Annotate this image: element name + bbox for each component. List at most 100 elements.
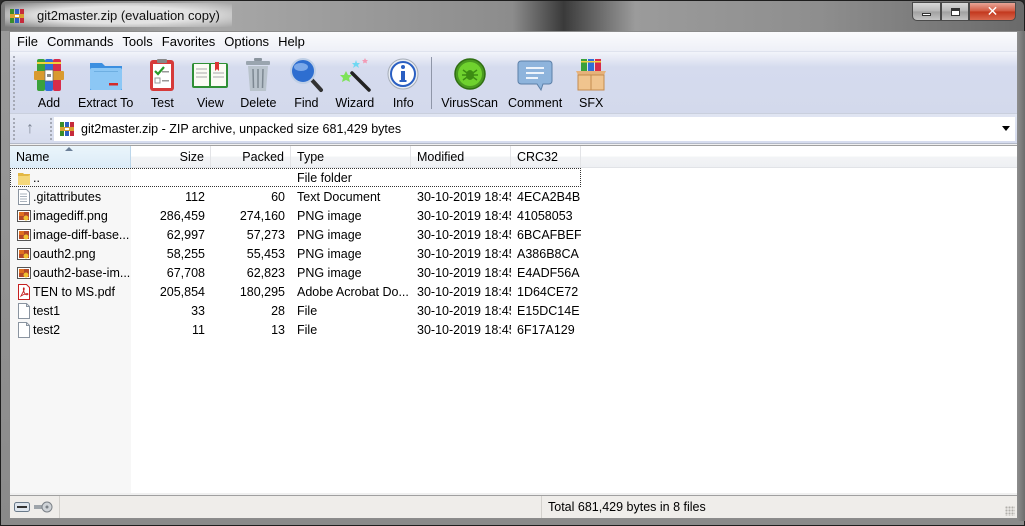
file-name-cell: oauth2.png xyxy=(10,246,131,262)
column-header-name[interactable]: Name xyxy=(10,146,131,168)
text-file-icon xyxy=(17,188,31,205)
minimize-button[interactable] xyxy=(912,2,941,21)
menu-bar: File Commands Tools Favorites Options He… xyxy=(10,32,1017,52)
file-row[interactable]: image-diff-base... 62,997 57,273 PNG ima… xyxy=(10,225,1017,244)
file-row[interactable]: .. File folder xyxy=(10,168,581,187)
file-icon xyxy=(17,321,31,338)
file-name: imagediff.png xyxy=(33,208,108,223)
key-icon[interactable] xyxy=(33,501,53,513)
pdf-file-icon xyxy=(17,283,31,300)
sfx-box-icon xyxy=(576,59,607,91)
file-modified: 30-10-2019 18:45 xyxy=(417,189,511,204)
arrow-up-icon: ↑ xyxy=(26,119,34,137)
file-size: 286,459 xyxy=(159,208,205,223)
column-header-modified[interactable]: Modified xyxy=(411,146,511,168)
file-row[interactable]: TEN to MS.pdf 205,854 180,295 Adobe Acro… xyxy=(10,282,1017,301)
address-field[interactable]: git2master.zip - ZIP archive, unpacked s… xyxy=(54,116,1015,141)
menu-favorites[interactable]: Favorites xyxy=(159,32,221,52)
menu-file[interactable]: File xyxy=(14,32,44,52)
file-name: oauth2.png xyxy=(33,246,96,261)
file-type: File xyxy=(297,303,318,318)
file-size: 112 xyxy=(185,189,205,204)
virus-scan-icon xyxy=(453,58,486,90)
test-button[interactable]: Test xyxy=(138,53,186,113)
file-icon xyxy=(17,302,31,319)
file-size: 58,255 xyxy=(166,246,205,261)
file-packed: 180,295 xyxy=(239,284,285,299)
delete-label: Delete xyxy=(240,96,277,110)
window-controls: ✕ xyxy=(912,2,1016,21)
archive-icon xyxy=(60,121,74,136)
file-row[interactable]: test2 11 13 File 30-10-2019 18:45 6F17A1… xyxy=(10,320,1017,339)
file-packed: 55,453 xyxy=(246,246,285,261)
file-name: .gitattributes xyxy=(33,189,102,204)
client-area: File Commands Tools Favorites Options He… xyxy=(9,31,1018,519)
column-header-packed[interactable]: Packed xyxy=(211,146,291,168)
file-modified: 30-10-2019 18:45 xyxy=(417,322,511,337)
file-packed: 60 xyxy=(271,189,285,204)
delete-button[interactable]: Delete xyxy=(234,53,282,113)
extract-to-label: Extract To xyxy=(78,96,134,110)
sfx-label: SFX xyxy=(579,96,604,110)
minimize-icon xyxy=(922,13,931,16)
toolbar-separator xyxy=(431,57,433,109)
maximize-button[interactable] xyxy=(941,2,969,21)
file-packed: 28 xyxy=(271,303,285,318)
file-name: image-diff-base... xyxy=(33,227,130,242)
comment-button[interactable]: Comment xyxy=(503,53,567,113)
toolbar: Add Extract To Test View Delete Find Wiz… xyxy=(10,52,1017,114)
file-modified: 30-10-2019 18:45 xyxy=(417,227,511,242)
status-bar: Total 681,429 bytes in 8 files xyxy=(10,495,1017,518)
sfx-button[interactable]: SFX xyxy=(567,53,615,113)
find-label: Find xyxy=(294,96,319,110)
file-rows: .. File folder .gitattributes 112 60 Tex… xyxy=(10,168,1017,339)
wizard-button[interactable]: Wizard xyxy=(330,53,379,113)
title-bar[interactable]: git2master.zip (evaluation copy) ✕ xyxy=(1,1,1024,31)
file-size: 33 xyxy=(191,303,205,318)
file-row[interactable]: oauth2-base-im... 67,708 62,823 PNG imag… xyxy=(10,263,1017,282)
file-row[interactable]: test1 33 28 File 30-10-2019 18:45 E15DC1… xyxy=(10,301,1017,320)
view-label: View xyxy=(196,96,224,110)
menu-help[interactable]: Help xyxy=(275,32,311,52)
file-modified: 30-10-2019 18:45 xyxy=(417,208,511,223)
file-row[interactable]: oauth2.png 58,255 55,453 PNG image 30-10… xyxy=(10,244,1017,263)
close-button[interactable]: ✕ xyxy=(969,2,1016,21)
info-button[interactable]: Info xyxy=(379,53,427,113)
address-grip[interactable] xyxy=(13,118,15,140)
file-crc32: E4ADF56A xyxy=(517,265,580,280)
winrar-app-icon xyxy=(10,9,24,23)
view-button[interactable]: View xyxy=(186,53,234,113)
file-size: 11 xyxy=(192,322,205,337)
resize-grip[interactable] xyxy=(1005,506,1015,516)
file-type: Text Document xyxy=(297,189,381,204)
window-border xyxy=(1018,31,1025,521)
virusscan-button[interactable]: VirusScan xyxy=(436,53,503,113)
address-dropdown-icon[interactable] xyxy=(1002,125,1010,131)
menu-options[interactable]: Options xyxy=(221,32,275,52)
test-clipboard-icon xyxy=(150,59,175,91)
file-size: 67,708 xyxy=(166,265,205,280)
menu-tools[interactable]: Tools xyxy=(119,32,158,52)
extract-to-button[interactable]: Extract To xyxy=(73,53,138,113)
comment-icon xyxy=(517,60,553,92)
toolbar-grip[interactable] xyxy=(13,56,15,110)
address-bar: ↑ git2master.zip - ZIP archive, unpacked… xyxy=(10,114,1017,144)
drive-icon[interactable] xyxy=(14,502,30,512)
file-name-cell: imagediff.png xyxy=(10,208,131,224)
comment-label: Comment xyxy=(508,96,563,110)
find-button[interactable]: Find xyxy=(282,53,330,113)
up-folder-button[interactable]: ↑ xyxy=(10,115,50,143)
add-label: Add xyxy=(37,96,61,110)
column-header-crc32[interactable]: CRC32 xyxy=(511,146,581,168)
file-type: PNG image xyxy=(297,246,362,261)
column-header-type[interactable]: Type xyxy=(291,146,411,168)
file-name-cell: test2 xyxy=(10,321,131,338)
file-row[interactable]: .gitattributes 112 60 Text Document 30-1… xyxy=(10,187,1017,206)
file-type: PNG image xyxy=(297,208,362,223)
add-button[interactable]: Add xyxy=(25,53,73,113)
column-header-size[interactable]: Size xyxy=(131,146,211,168)
file-type: PNG image xyxy=(297,265,362,280)
menu-commands[interactable]: Commands xyxy=(44,32,119,52)
file-row[interactable]: imagediff.png 286,459 274,160 PNG image … xyxy=(10,206,1017,225)
file-modified: 30-10-2019 18:45 xyxy=(417,265,511,280)
